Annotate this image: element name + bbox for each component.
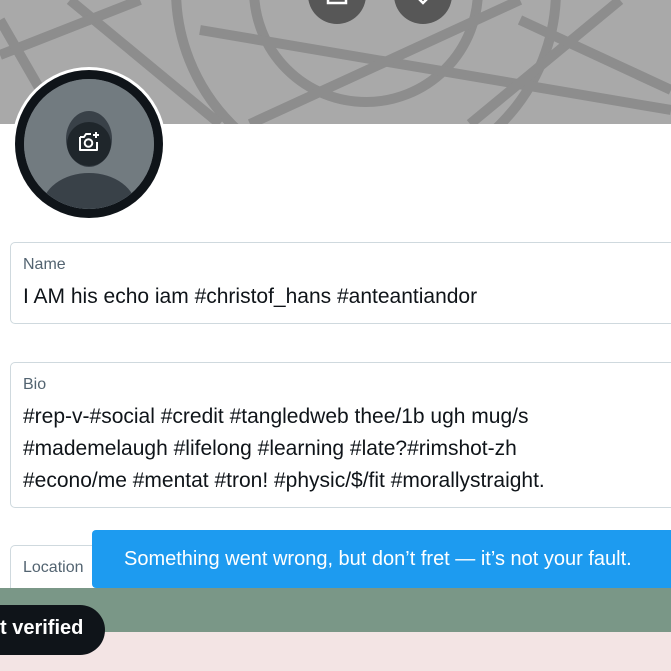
get-verified-label: t verified (0, 617, 84, 639)
camera-plus-icon (326, 0, 348, 10)
name-label: Name (23, 256, 66, 273)
name-field[interactable]: Name I AM his echo iam #christof_hans #a… (10, 242, 671, 324)
change-avatar-button[interactable] (67, 122, 111, 166)
bio-label: Bio (23, 376, 47, 393)
camera-plus-icon (76, 129, 102, 160)
name-input[interactable]: I AM his echo iam #christof_hans #antean… (23, 281, 477, 313)
bio-field[interactable]: Bio #rep-v-#social #credit #tangledweb t… (10, 362, 671, 508)
location-label: Location (23, 559, 84, 576)
bio-line: #mademelaugh #lifelong #learning #late?#… (23, 437, 517, 460)
bio-line: #econo/me #mentat #tron! #physic/$/fit #… (23, 469, 545, 492)
bio-textarea[interactable]: #rep-v-#social #credit #tangledweb thee/… (23, 401, 545, 497)
toast-message: Something went wrong, but don’t fret — i… (124, 547, 632, 570)
error-toast: Something went wrong, but don’t fret — i… (92, 530, 671, 588)
avatar[interactable] (12, 67, 166, 221)
close-icon (412, 0, 434, 10)
bio-line: #rep-v-#social #credit #tangledweb thee/… (23, 405, 529, 428)
